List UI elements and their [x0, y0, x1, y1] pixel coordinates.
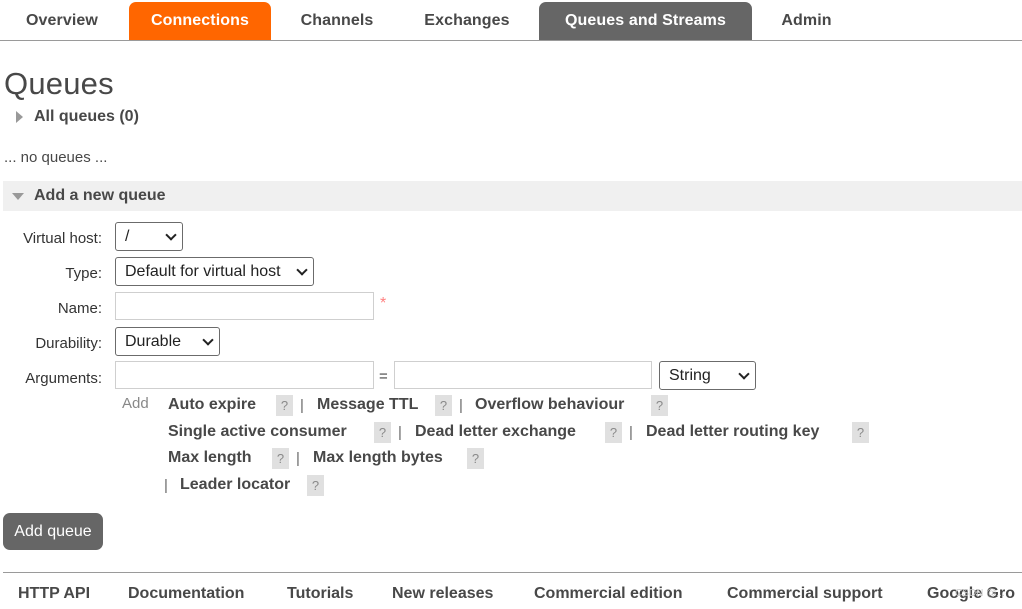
footer-link-tutorials[interactable]: Tutorials	[287, 585, 353, 603]
help-icon[interactable]: ?	[276, 395, 293, 416]
add-queue-section-header[interactable]: Add a new queue	[3, 181, 1022, 211]
separator: |	[629, 424, 633, 441]
separator: |	[296, 450, 300, 467]
separator: |	[398, 424, 402, 441]
arg-message-ttl[interactable]: Message TTL	[317, 396, 418, 414]
arg-dead-letter-exchange[interactable]: Dead letter exchange	[415, 423, 576, 441]
top-navigation: Overview Connections Channels Exchanges …	[0, 0, 1022, 41]
argument-value-input[interactable]	[394, 361, 652, 389]
type-label: Type:	[65, 265, 102, 282]
name-label: Name:	[57, 300, 102, 317]
separator: |	[164, 477, 168, 494]
arg-dead-letter-routing-key[interactable]: Dead letter routing key	[646, 423, 819, 441]
chevron-down-icon	[165, 229, 177, 241]
chevron-down-icon	[296, 264, 308, 276]
chevron-down-icon	[738, 368, 750, 380]
footer-link-commercial-support[interactable]: Commercial support	[727, 585, 883, 603]
help-icon[interactable]: ?	[272, 448, 289, 469]
required-marker: *	[380, 295, 387, 312]
help-icon[interactable]: ?	[605, 422, 622, 443]
durability-label: Durability:	[35, 335, 102, 352]
footer-link-http-api[interactable]: HTTP API	[18, 585, 90, 603]
type-select[interactable]: Default for virtual host	[115, 257, 314, 286]
expand-right-icon[interactable]	[16, 111, 23, 123]
help-icon[interactable]: ?	[651, 395, 668, 416]
arg-single-active-consumer[interactable]: Single active consumer	[168, 423, 347, 441]
footer-link-new-releases[interactable]: New releases	[392, 585, 493, 603]
page-title: Queues	[4, 66, 114, 101]
tab-queues-and-streams[interactable]: Queues and Streams	[539, 2, 752, 40]
argument-type-value: String	[669, 367, 711, 384]
separator: |	[300, 397, 304, 414]
add-argument-label: Add	[122, 395, 149, 412]
name-input[interactable]	[115, 292, 374, 320]
help-icon[interactable]: ?	[435, 395, 452, 416]
footer-link-documentation[interactable]: Documentation	[128, 585, 244, 603]
argument-type-select[interactable]: String	[659, 361, 756, 390]
virtual-host-label: Virtual host:	[23, 230, 102, 247]
footer-link-commercial-edition[interactable]: Commercial edition	[534, 585, 682, 603]
tab-exchanges[interactable]: Exchanges	[403, 2, 531, 40]
help-icon[interactable]: ?	[467, 448, 484, 469]
add-queue-button[interactable]: Add queue	[3, 513, 103, 550]
tab-connections[interactable]: Connections	[129, 2, 271, 40]
help-icon[interactable]: ?	[374, 422, 391, 443]
arg-max-length-bytes[interactable]: Max length bytes	[313, 449, 443, 467]
tab-channels[interactable]: Channels	[282, 2, 392, 40]
durability-select[interactable]: Durable	[115, 327, 220, 356]
watermark: CSDN @...	[955, 588, 1005, 599]
durability-value: Durable	[125, 333, 182, 350]
type-value: Default for virtual host	[125, 263, 281, 280]
equals-sign: =	[379, 368, 388, 385]
add-queue-section-label: Add a new queue	[34, 187, 166, 204]
footer-divider	[3, 572, 1022, 573]
help-icon[interactable]: ?	[852, 422, 869, 443]
argument-key-input[interactable]	[115, 361, 374, 389]
no-queues-message: ... no queues ...	[4, 149, 108, 166]
virtual-host-select[interactable]: /	[115, 222, 183, 251]
collapse-down-icon	[12, 193, 24, 200]
all-queues-toggle[interactable]: All queues (0)	[34, 108, 139, 126]
chevron-down-icon	[202, 334, 214, 346]
arg-leader-locator[interactable]: Leader locator	[180, 476, 290, 494]
separator: |	[459, 397, 463, 414]
arg-max-length[interactable]: Max length	[168, 449, 252, 467]
arguments-label: Arguments:	[25, 370, 102, 387]
help-icon[interactable]: ?	[307, 475, 324, 496]
arg-auto-expire[interactable]: Auto expire	[168, 396, 256, 414]
arg-overflow-behaviour[interactable]: Overflow behaviour	[475, 396, 624, 414]
tab-overview[interactable]: Overview	[6, 2, 118, 40]
tab-admin[interactable]: Admin	[763, 2, 850, 40]
virtual-host-value: /	[125, 228, 130, 245]
